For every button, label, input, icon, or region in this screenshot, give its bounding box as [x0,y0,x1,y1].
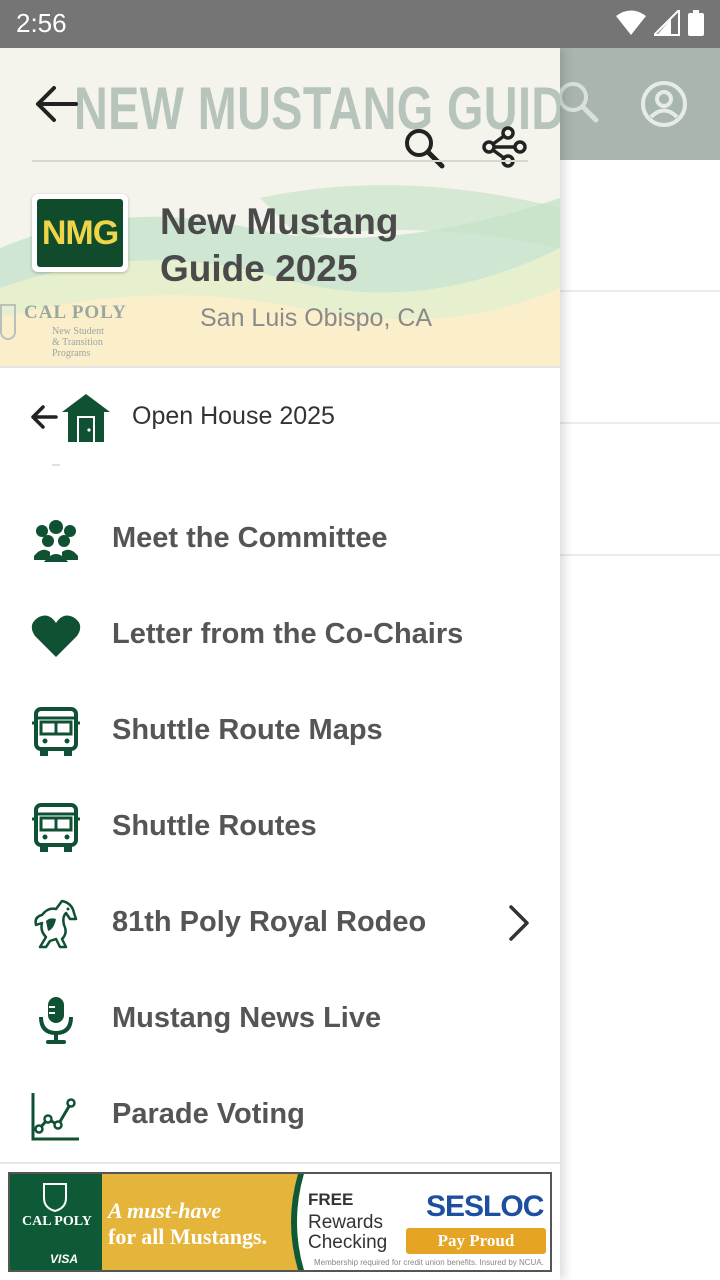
app-title: New Mustang Guide 2025 [160,201,399,289]
back-button[interactable] [28,82,84,126]
status-bar: 2:56 [0,0,720,48]
ad-card-brand: VISA [50,1252,79,1266]
bus-icon [30,802,82,854]
menu-item-label: Meet the Committee [112,522,388,554]
ad-free: FREE [308,1190,354,1209]
cell-signal-icon [654,10,680,36]
search-button-hit[interactable] [400,128,448,176]
menu-item-shuttle-routes[interactable]: Shuttle Routes [0,780,560,876]
menu-item-parade-voting[interactable]: Parade Voting [0,1068,560,1164]
drawer-header: NEW MUSTANG GUIDE NMG New Mustang Guide … [0,48,560,368]
calpoly-seal-icon [0,304,16,340]
house-icon [62,394,110,442]
ad-brand-left: CAL POLY [22,1214,92,1229]
ad-wave-divider [280,1174,310,1270]
app-location: San Luis Obispo, CA [200,304,433,332]
mustang-icon [30,898,82,950]
calpoly-seal-icon [43,1183,67,1212]
menu-item-label: Shuttle Routes [112,810,317,842]
status-time: 2:56 [16,8,67,38]
screen: 2:56 NEW MUSTANG GUIDE NMG New Mustang G… [0,0,720,1280]
menu-item-shuttle-route-maps[interactable]: Shuttle Route Maps [0,684,560,780]
account-circle-icon[interactable] [640,80,688,132]
menu-item-label: Mustang News Live [112,1002,382,1034]
wifi-icon [616,10,646,35]
menu-item-81th-poly-royal-rodeo[interactable]: 81th Poly Royal Rodeo [0,876,560,972]
share-button[interactable] [480,126,528,174]
header-divider [32,160,528,162]
heart-icon [30,610,82,662]
ad-fine-print: Membership required for credit union ben… [314,1258,544,1267]
battery-icon [688,10,704,36]
ad-headline-1: A must-have [108,1198,222,1223]
ad-headline-2: for all Mustangs. [108,1224,268,1249]
menu-item-label: Letter from the Co-Chairs [112,618,464,650]
ad-headline-panel: A must-have for all Mustangs. [102,1174,300,1270]
microphone-icon [30,994,82,1046]
arrow-back-icon [36,86,78,122]
menu-item-label: Parade Voting [112,1098,305,1130]
calpoly-name: CAL POLY [24,302,127,323]
calpoly-subtitle: New Student & Transition Programs [52,326,140,359]
divider [52,464,60,466]
ad-divider [0,1162,560,1164]
calpoly-logo: CAL POLY New Student & Transition Progra… [0,302,140,359]
menu-item-meet-the-committee[interactable]: Meet the Committee [0,492,560,588]
menu-item-label: Shuttle Route Maps [112,714,383,746]
calpoly-subtitle-line-2: & Transition Programs [52,337,103,359]
system-icons [616,10,704,36]
arrow-back-icon [31,405,58,429]
ad-rewards: Rewards [308,1212,383,1233]
calpoly-subtitle-line-1: New Student [52,326,104,337]
app-logo: NMG [32,194,128,272]
line-chart-icon [30,1090,82,1142]
group-icon [30,514,82,566]
search-icon [405,129,445,169]
chevron-right-icon[interactable] [506,904,532,942]
parent-link-open-house[interactable]: Open House 2025 [0,368,560,468]
bus-icon [30,706,82,758]
navigation-drawer: NEW MUSTANG GUIDE NMG New Mustang Guide … [0,48,560,1280]
drawer-toolbar: NEW MUSTANG GUIDE [0,48,560,169]
menu-item-letter-from-the-co-chairs[interactable]: Letter from the Co-Chairs [0,588,560,684]
search-icon[interactable] [556,80,600,128]
ad-bank-logo: SESLOC [426,1190,544,1223]
app-logo-text: NMG [37,199,123,267]
ad-card-art: CAL POLY VISA [10,1174,102,1270]
ad-checking: Checking [308,1232,388,1253]
ad-cta-button[interactable]: Pay Proud [406,1228,546,1254]
ad-banner[interactable]: CAL POLY VISA A must-have for all Mustan… [8,1172,552,1272]
menu-item-label: 81th Poly Royal Rodeo [112,906,427,938]
ad-offer-panel: FREE Rewards Checking SESLOC Pay Proud M… [308,1174,550,1270]
menu-item-mustang-news-live[interactable]: Mustang News Live [0,972,560,1068]
parent-link-label: Open House 2025 [132,402,335,430]
